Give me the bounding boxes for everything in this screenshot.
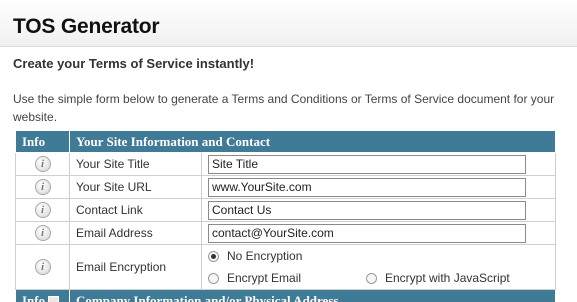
- table-header-row: Info Company Information and/or Physical…: [15, 289, 556, 302]
- site-title-input[interactable]: [208, 154, 526, 174]
- contact-link-label: Contact Link: [69, 198, 202, 222]
- site-url-input[interactable]: [208, 177, 526, 197]
- info-column-header: Info: [15, 289, 70, 302]
- encrypt-email-radio[interactable]: Encrypt Email: [208, 271, 366, 285]
- email-encryption-label: Email Encryption: [69, 244, 202, 290]
- page-header: TOS Generator: [0, 0, 577, 47]
- table-row: i Contact Link: [15, 198, 556, 222]
- info-column-header: Info: [15, 130, 70, 153]
- no-encryption-label: No Encryption: [227, 249, 303, 263]
- no-encryption-radio[interactable]: No Encryption: [208, 249, 302, 263]
- page-subtitle: Create your Terms of Service instantly!: [13, 56, 255, 71]
- encryption-options: No Encryption Encrypt Email Encrypt with…: [201, 244, 556, 290]
- encrypt-javascript-radio[interactable]: Encrypt with JavaScript: [366, 271, 510, 285]
- table-row: i Your Site Title: [15, 152, 556, 176]
- intro-text: Use the simple form below to generate a …: [13, 92, 555, 124]
- encrypt-javascript-label: Encrypt with JavaScript: [385, 271, 510, 285]
- page: TOS Generator Create your Terms of Servi…: [0, 0, 577, 302]
- section-header: Company Information and/or Physical Addr…: [69, 289, 556, 302]
- email-address-label: Email Address: [69, 221, 202, 245]
- table-row: i Email Address: [15, 221, 556, 245]
- info-icon[interactable]: i: [34, 225, 51, 241]
- info-icon[interactable]: i: [34, 179, 51, 195]
- radio-icon: [366, 272, 377, 284]
- section-header: Your Site Information and Contact: [69, 130, 556, 153]
- table-row: i Email Encryption No Encryption Encrypt…: [15, 244, 556, 290]
- site-title-label: Your Site Title: [69, 152, 202, 176]
- table-header-row: Info Your Site Information and Contact: [15, 130, 556, 153]
- radio-checked-icon: [208, 250, 219, 262]
- info-icon[interactable]: i: [34, 202, 51, 218]
- encrypt-email-label: Encrypt Email: [227, 271, 302, 285]
- info-icon[interactable]: i: [34, 259, 51, 275]
- site-info-form: Info Your Site Information and Contact i…: [15, 130, 556, 302]
- contact-link-input[interactable]: [208, 200, 526, 220]
- email-address-input[interactable]: [208, 223, 526, 243]
- info-icon[interactable]: i: [34, 156, 51, 172]
- site-url-label: Your Site URL: [69, 175, 202, 199]
- radio-icon: [208, 272, 219, 284]
- section-toggle-checkbox[interactable]: [48, 296, 60, 302]
- table-row: i Your Site URL: [15, 175, 556, 199]
- app-title: TOS Generator: [13, 15, 160, 38]
